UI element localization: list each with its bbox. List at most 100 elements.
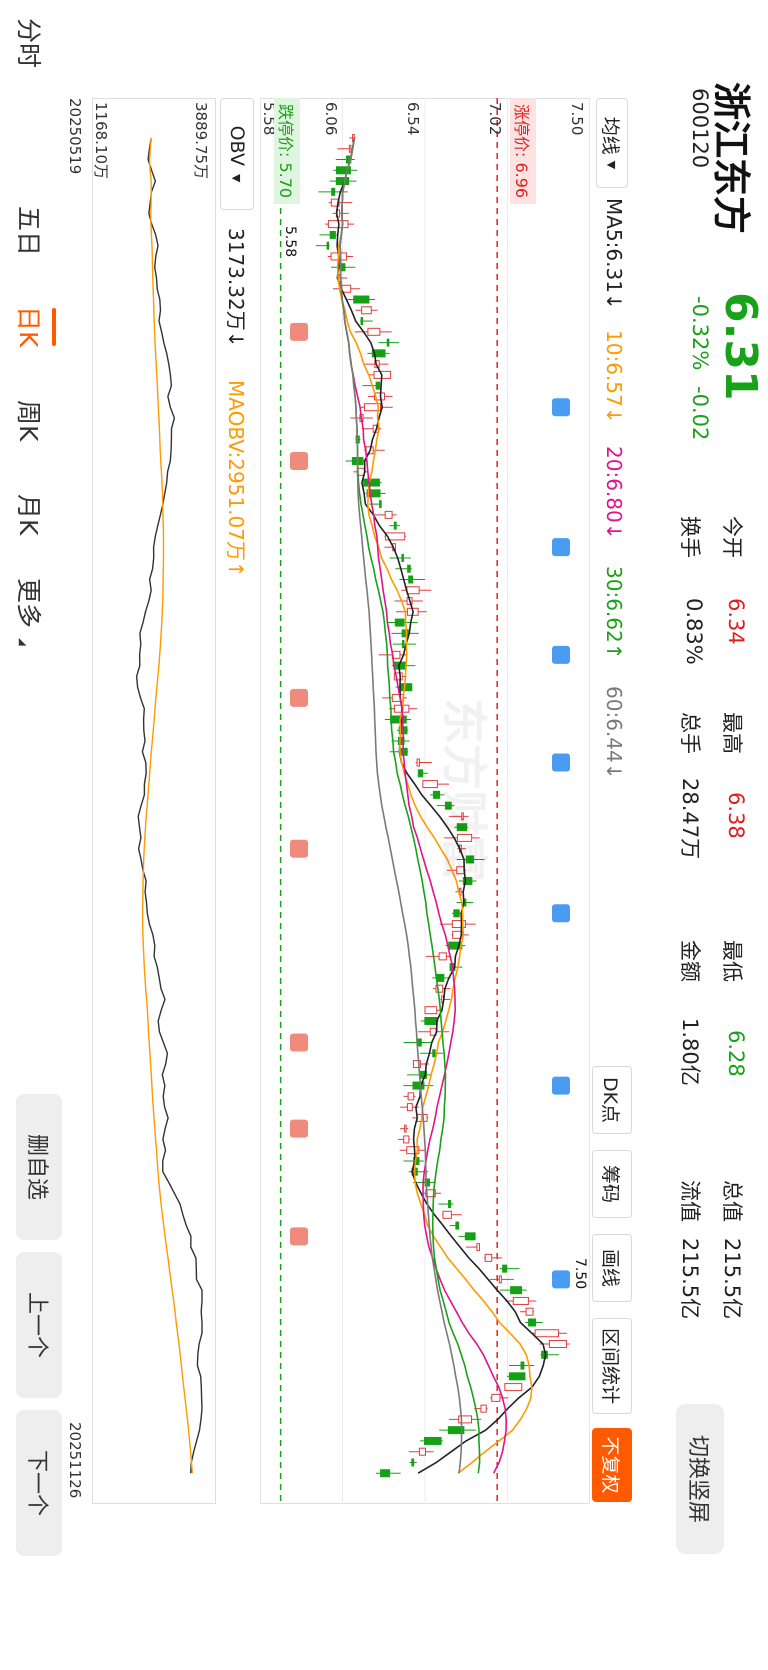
sell-mark — [552, 645, 570, 664]
tab-monthly-k[interactable]: 月K — [12, 494, 48, 535]
previous-stock-button[interactable]: 上一个 — [16, 1252, 62, 1398]
ma60-value: 60:6.44↓ — [602, 686, 626, 780]
chevron-down-icon: ▼ — [605, 160, 619, 170]
obv-top-label: 3889.75万 — [192, 102, 210, 180]
turnover-label: 换手 — [678, 516, 702, 558]
candle-body — [438, 952, 447, 961]
candle-body — [436, 973, 445, 982]
sell-mark — [552, 1270, 570, 1289]
amount-label: 金额 — [678, 940, 702, 982]
next-stock-label: 下一个 — [24, 1449, 49, 1516]
candle-body — [464, 1232, 476, 1241]
candle-body — [363, 478, 380, 487]
candle-body — [510, 1286, 522, 1295]
candle-body — [534, 1329, 560, 1338]
candle-body — [512, 1296, 529, 1305]
remove-watchlist-button[interactable]: 删自选 — [16, 1094, 62, 1240]
buy-mark — [290, 1119, 308, 1138]
tab-five-day-label: 五日 — [14, 206, 43, 257]
y-label-2: 7.02 — [486, 102, 504, 136]
maobv-value: MAOBV:2951.07万↑ — [224, 380, 248, 578]
high-price-marker: 7.50 — [572, 1258, 588, 1290]
candle-body — [391, 693, 405, 702]
amount-value: 1.80亿 — [678, 1018, 702, 1086]
candle-body — [406, 1103, 413, 1112]
kline-chart[interactable]: 7.50 7.02 6.54 6.06 5.58 涨停价: 6.96 跌停价: … — [259, 98, 591, 1504]
candle-body — [504, 1383, 523, 1392]
candle-body — [528, 1318, 537, 1327]
float-mv-value: 215.5亿 — [678, 1238, 702, 1320]
y-label-3: 6.54 — [404, 102, 422, 136]
sell-mark — [552, 1076, 570, 1095]
candle-body — [400, 683, 413, 692]
draw-line-button[interactable]: 画线 — [592, 1234, 632, 1302]
current-price: 6.31 — [715, 292, 766, 401]
buy-mark — [290, 839, 308, 858]
active-tab-indicator — [52, 308, 56, 346]
ma-selector-label: 均线 — [599, 116, 622, 155]
dk-point-label: DK点 — [599, 1076, 622, 1124]
candle-body — [417, 769, 424, 778]
ma5-value: MA5:6.31↓ — [602, 198, 626, 310]
candle-body — [423, 1436, 442, 1445]
ma30-value: 30:6.62↑ — [602, 566, 626, 660]
interval-stats-label: 区间统计 — [599, 1327, 622, 1404]
volume-label: 总手 — [678, 712, 702, 754]
sell-mark — [552, 398, 570, 417]
buy-mark — [290, 1033, 308, 1052]
candle-body — [476, 1243, 480, 1252]
obv-svg — [92, 98, 216, 1504]
switch-portrait-button[interactable]: 切换竖屏 — [676, 1404, 724, 1554]
dk-point-button[interactable]: DK点 — [592, 1066, 632, 1134]
candle-body — [401, 629, 409, 638]
tab-more[interactable]: 更多 ◢ — [12, 578, 48, 646]
buy-mark — [290, 322, 308, 341]
candle-body — [491, 1393, 501, 1402]
candle-body — [329, 230, 336, 239]
candle-body — [393, 521, 397, 530]
candle-body — [380, 1469, 391, 1478]
obv-chart[interactable]: 3889.75万 1168.10万 — [92, 98, 216, 1504]
watermark: 东方财富 — [437, 698, 491, 882]
candle-body — [390, 715, 407, 724]
draw-line-label: 画线 — [599, 1248, 622, 1287]
ma-selector[interactable]: 均线 ▼ — [596, 98, 628, 188]
sell-mark — [552, 904, 570, 923]
candle-body — [502, 1264, 508, 1273]
previous-stock-label: 上一个 — [24, 1291, 49, 1358]
no-adjust-label: 不复权 — [599, 1436, 622, 1494]
tab-weekly-k[interactable]: 周K — [12, 400, 48, 441]
candle-body — [407, 1092, 415, 1101]
ma10-value: 10:6.57↓ — [602, 330, 626, 424]
float-mv-label: 流值 — [678, 1180, 702, 1222]
home-indicator-area — [762, 660, 768, 920]
end-date: 20251126 — [66, 1422, 84, 1499]
tab-daily-k[interactable]: 日K — [12, 306, 56, 347]
candle-body — [335, 177, 350, 186]
candle-body — [367, 327, 381, 336]
candle-body — [432, 1049, 436, 1058]
limit-up-label: 涨停价: 6.96 — [510, 98, 536, 205]
tab-five-day[interactable]: 五日 — [12, 206, 48, 256]
candle-body — [548, 1340, 567, 1349]
interval-stats-button[interactable]: 区间统计 — [592, 1318, 632, 1414]
tab-weekly-k-label: 周K — [14, 400, 43, 442]
volume-value: 28.47万 — [678, 778, 702, 860]
chevron-down-icon: ▼ — [230, 173, 244, 183]
landscape-stage: 浙江东方 600120 6.31 -0.32% -0.02 今开 6.34 换手… — [0, 0, 768, 1670]
chips-label: 筹码 — [599, 1164, 622, 1203]
candle-body — [375, 381, 381, 390]
kline-svg — [259, 98, 591, 1504]
high-label: 最高 — [720, 712, 744, 754]
candle-body — [408, 575, 414, 584]
candle-body — [418, 1447, 426, 1456]
low-price-marker: 5.58 — [282, 226, 298, 258]
total-mv-value: 215.5亿 — [720, 1238, 744, 1320]
ma20-value: 20:6.80↓ — [602, 446, 626, 540]
indicator-selector[interactable]: OBV ▼ — [220, 98, 254, 210]
no-adjust-button[interactable]: 不复权 — [592, 1428, 632, 1502]
candle-body — [424, 1016, 438, 1025]
chips-button[interactable]: 筹码 — [592, 1150, 632, 1218]
tab-intraday[interactable]: 分时 — [12, 18, 48, 68]
next-stock-button[interactable]: 下一个 — [16, 1410, 62, 1556]
